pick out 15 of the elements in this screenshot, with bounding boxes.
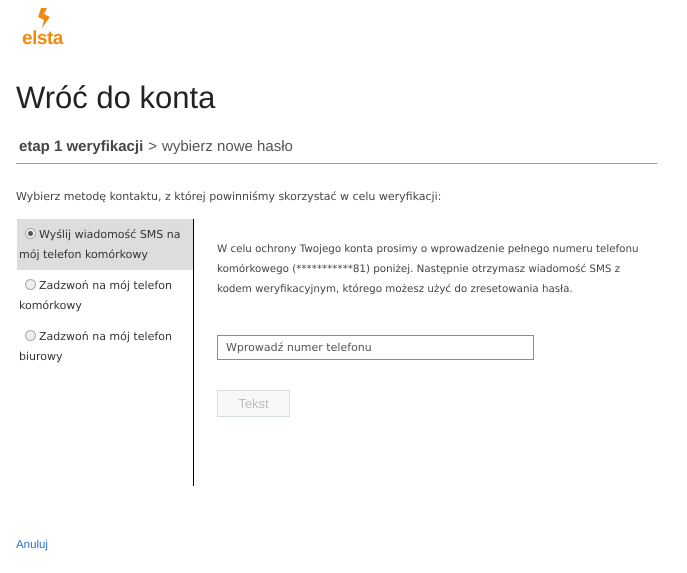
breadcrumb-next: wybierz nowe hasło bbox=[162, 138, 293, 155]
radio-icon[interactable] bbox=[25, 279, 36, 290]
method-option[interactable]: Wyślij wiadomość SMS na mój telefon komórkowy bbox=[17, 219, 193, 270]
radio-icon[interactable] bbox=[25, 330, 36, 341]
cancel-link[interactable]: Anuluj bbox=[16, 539, 48, 551]
phone-input-field[interactable]: Wprowadź numer telefonu bbox=[217, 335, 534, 360]
page-title: Wróć do konta bbox=[16, 79, 216, 117]
description-text: W celu ochrony Twojego konta prosimy o wprowadzenie pełnego numeru telefonu komórkowego (***********81) poniżej. Następnie otrzymasz wiadomość SMS z kodem weryfikacyjnym, którego możesz użyć do zresetowania hasła. bbox=[217, 242, 640, 297]
radio-icon[interactable] bbox=[25, 228, 36, 239]
method-option[interactable]: Zadzwoń na mój telefon komórkowy bbox=[17, 270, 193, 321]
instruction-text: Wybierz metodę kontaktu, z której powinniśmy skorzystać w celu weryfikacji: bbox=[16, 189, 442, 205]
logo-text: elsta bbox=[22, 28, 63, 50]
breadcrumb-separator: > bbox=[148, 138, 157, 155]
breadcrumb-current: etap 1 weryfikacji bbox=[19, 138, 144, 155]
method-option[interactable]: Zadzwoń na mój telefon biurowy bbox=[17, 321, 193, 372]
